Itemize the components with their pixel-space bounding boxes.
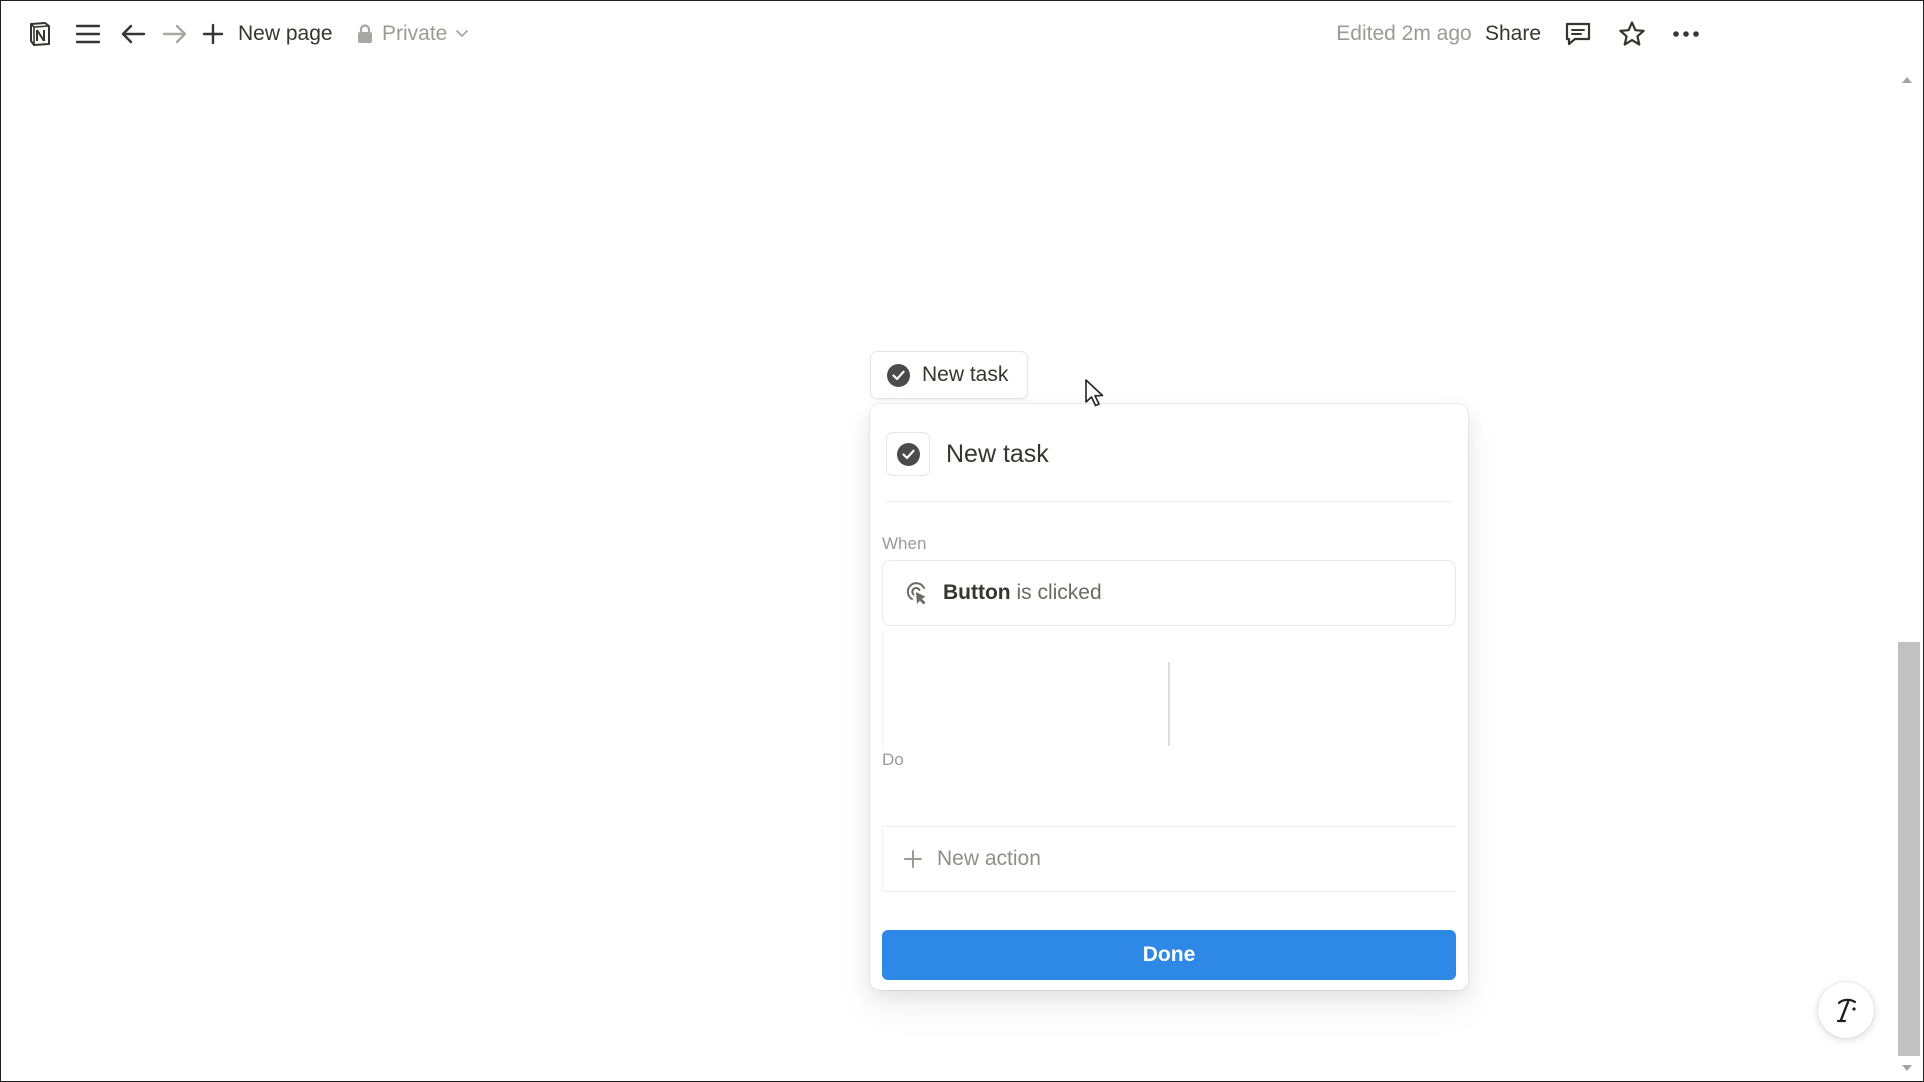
trigger-button-clicked[interactable]: Button is clicked bbox=[882, 560, 1456, 626]
star-icon[interactable] bbox=[1616, 16, 1648, 52]
privacy-label: Private bbox=[382, 22, 448, 45]
privacy-dropdown[interactable]: Private bbox=[356, 16, 472, 52]
button-config-popover: New task When Button is clicked Do New a… bbox=[870, 404, 1468, 990]
new-action-label: New action bbox=[937, 847, 1041, 870]
share-button[interactable]: Share bbox=[1484, 16, 1542, 52]
chevron-down-icon bbox=[455, 29, 469, 39]
trigger-label-rest: is clicked bbox=[1010, 581, 1102, 604]
button-block-label: New task bbox=[922, 363, 1009, 386]
arrow-right-icon[interactable] bbox=[160, 16, 190, 52]
new-task-button-block[interactable]: New task bbox=[870, 351, 1028, 399]
arrow-left-icon[interactable] bbox=[118, 16, 148, 52]
done-button[interactable]: Done bbox=[882, 930, 1456, 980]
edited-timestamp: Edited 2m ago bbox=[1336, 16, 1472, 52]
button-icon-picker[interactable] bbox=[886, 432, 930, 476]
mouse-cursor-icon bbox=[1084, 378, 1106, 408]
do-section-label: Do bbox=[882, 750, 904, 769]
button-title-row: New task bbox=[886, 432, 1049, 476]
new-page-label: New page bbox=[238, 22, 333, 45]
divider bbox=[886, 501, 1452, 502]
click-target-icon bbox=[903, 580, 929, 606]
plus-icon bbox=[903, 849, 923, 869]
plus-icon bbox=[202, 23, 224, 45]
scrollbar-thumb[interactable] bbox=[1898, 642, 1920, 1056]
top-bar: New page Private Edited 2m ago Share bbox=[0, 0, 1924, 68]
hamburger-icon[interactable] bbox=[74, 16, 102, 52]
when-section-label: When bbox=[882, 534, 927, 553]
scroll-down-arrow-icon[interactable] bbox=[1901, 1064, 1913, 1072]
notion-logo-icon[interactable] bbox=[26, 16, 54, 52]
check-circle-icon bbox=[896, 442, 920, 466]
notion-ai-icon[interactable] bbox=[1818, 982, 1874, 1038]
more-horizontal-icon[interactable] bbox=[1670, 16, 1702, 52]
share-label: Share bbox=[1484, 22, 1542, 45]
check-circle-icon bbox=[887, 363, 910, 387]
new-page-button[interactable]: New page bbox=[202, 16, 333, 52]
divider bbox=[882, 630, 883, 750]
lock-icon bbox=[356, 24, 374, 44]
button-name-input[interactable]: New task bbox=[946, 440, 1049, 469]
trigger-label: Button is clicked bbox=[943, 581, 1102, 605]
scroll-up-arrow-icon[interactable] bbox=[1901, 76, 1913, 84]
trigger-label-bold: Button bbox=[943, 581, 1011, 604]
new-action-button[interactable]: New action bbox=[882, 826, 1456, 892]
comment-icon[interactable] bbox=[1562, 16, 1594, 52]
flow-connector-line bbox=[1168, 662, 1170, 746]
edited-label: Edited 2m ago bbox=[1336, 22, 1472, 45]
